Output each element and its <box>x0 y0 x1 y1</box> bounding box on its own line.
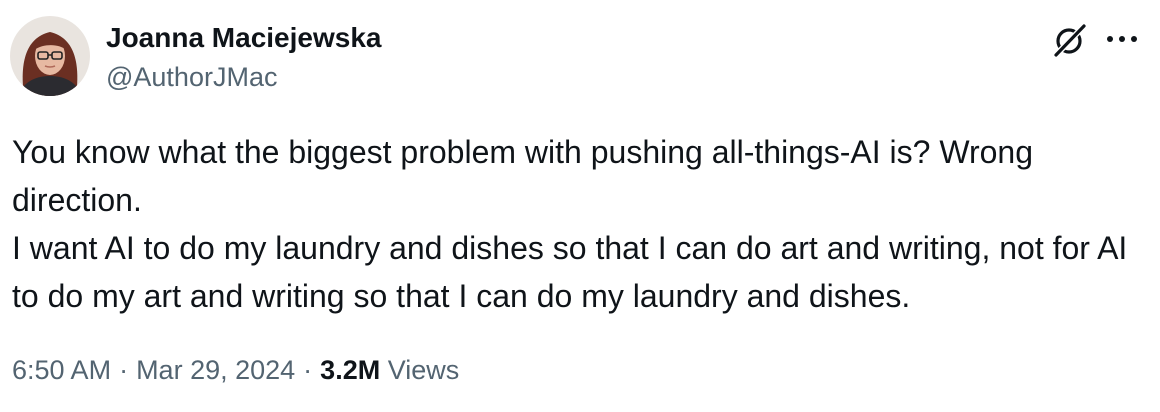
tweet-card: Joanna Maciejewska @AuthorJMac You know … <box>0 0 1160 412</box>
author-block: Joanna Maciejewska @AuthorJMac <box>106 20 381 94</box>
tweet-timestamp[interactable]: 6:50 AM · Mar 29, 2024 <box>12 355 295 385</box>
author-display-name[interactable]: Joanna Maciejewska <box>106 20 381 56</box>
avatar[interactable] <box>10 16 90 96</box>
tweet-text: You know what the biggest problem with p… <box>12 128 1152 320</box>
tweet-date: Mar 29, 2024 <box>136 355 296 385</box>
more-options-icon[interactable] <box>1102 22 1142 56</box>
tweet-time: 6:50 AM <box>12 355 112 385</box>
author-handle[interactable]: @AuthorJMac <box>106 60 381 94</box>
tweet-text-line-1: You know what the biggest problem with p… <box>12 134 1042 218</box>
grok-icon[interactable] <box>1050 20 1090 60</box>
meta-separator: · <box>119 355 129 385</box>
avatar-image <box>10 16 90 96</box>
views-count[interactable]: 3.2M <box>320 355 380 385</box>
tweet-text-line-2: I want AI to do my laundry and dishes so… <box>12 230 1137 314</box>
tweet-meta: 6:50 AM · Mar 29, 2024 · 3.2M Views <box>12 350 459 390</box>
views-label: Views <box>387 355 460 385</box>
meta-separator: · <box>303 355 313 385</box>
